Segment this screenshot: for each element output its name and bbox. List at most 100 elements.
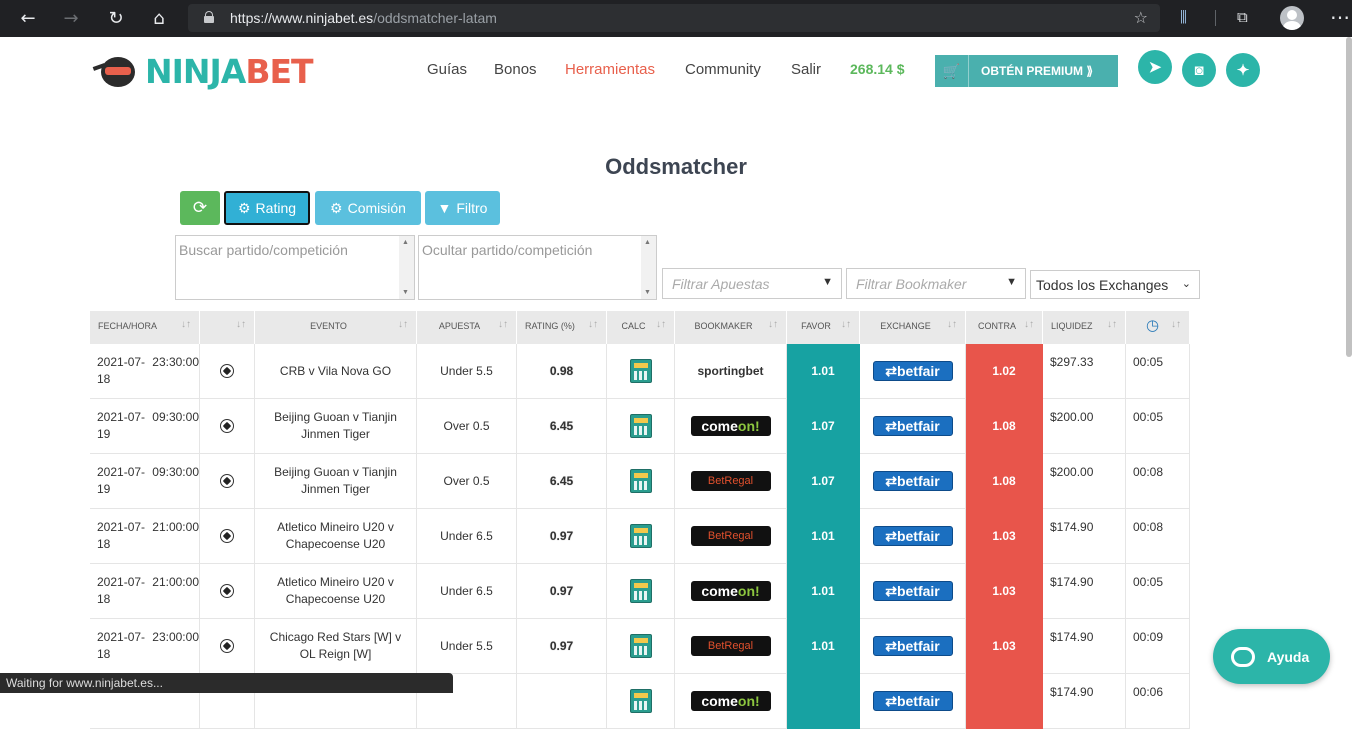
header-bookmaker[interactable]: BOOKMAKER ↓↑ bbox=[675, 311, 787, 344]
cell-bookmaker[interactable]: BetRegal bbox=[675, 509, 787, 564]
nav-herramientas[interactable]: Herramientas bbox=[565, 61, 655, 78]
cell-favor[interactable]: 1.01 bbox=[787, 344, 860, 399]
forward-icon[interactable]: → bbox=[58, 6, 84, 30]
header-rating[interactable]: RATING (%) ↓↑ bbox=[517, 311, 607, 344]
exchange-select[interactable]: Todos los Exchanges ⌄ bbox=[1030, 270, 1200, 299]
ninjabet-logo[interactable]: NINJABET bbox=[92, 52, 314, 91]
cell-favor[interactable]: 1.01 bbox=[787, 564, 860, 619]
nav-community[interactable]: Community bbox=[685, 61, 761, 78]
cell-bookmaker[interactable]: come on! bbox=[675, 564, 787, 619]
header-fecha[interactable]: FECHA/HORA ↓↑ bbox=[90, 311, 200, 344]
sort-icon[interactable]: ↓↑ bbox=[588, 319, 598, 330]
textarea-scrollbar[interactable] bbox=[399, 236, 414, 299]
refresh-button[interactable]: ⟳ bbox=[180, 191, 220, 225]
exchange-select-value: Todos los Exchanges bbox=[1036, 277, 1169, 293]
favorite-star-icon[interactable]: ☆ bbox=[1134, 8, 1148, 27]
comision-button[interactable]: ⚙ Comisión bbox=[315, 191, 421, 225]
cell-contra[interactable]: 1.03 bbox=[966, 564, 1043, 619]
sort-icon[interactable]: ↓↑ bbox=[768, 319, 778, 330]
header-liquidez[interactable]: LIQUIDEZ ↓↑ bbox=[1043, 311, 1126, 344]
cell-contra[interactable]: 1.02 bbox=[966, 344, 1043, 399]
textarea-scrollbar[interactable] bbox=[641, 236, 656, 299]
cell-bookmaker[interactable]: BetRegal bbox=[675, 454, 787, 509]
header-age[interactable]: ◷ ↓↑ bbox=[1126, 311, 1190, 344]
cell-calc[interactable] bbox=[607, 454, 675, 509]
cell-favor[interactable]: 1.07 bbox=[787, 399, 860, 454]
cell-calc[interactable] bbox=[607, 564, 675, 619]
help-button[interactable]: Ayuda bbox=[1213, 629, 1330, 684]
cell-bookmaker[interactable]: come on! bbox=[675, 674, 787, 729]
filtro-button[interactable]: ▼ Filtro bbox=[425, 191, 500, 225]
sort-icon[interactable]: ↓↑ bbox=[947, 319, 957, 330]
cell-exchange[interactable]: ⇄betfair bbox=[860, 399, 966, 454]
cell-calc[interactable] bbox=[607, 674, 675, 729]
hide-match-input[interactable]: Ocultar partido/competición bbox=[418, 235, 657, 300]
sort-icon[interactable]: ↓↑ bbox=[498, 319, 508, 330]
cell-favor[interactable]: 1.01 bbox=[787, 619, 860, 674]
nav-guias[interactable]: Guías bbox=[427, 61, 467, 78]
premium-button[interactable]: 🛒 OBTÉN PREMIUM ⟫ bbox=[935, 55, 1118, 87]
filter-bookmaker-select[interactable]: Filtrar Bookmaker ▼ bbox=[846, 268, 1026, 299]
address-bar[interactable]: https://www. ninjabet.es/oddsmatcher-lata… bbox=[188, 4, 1160, 32]
header-exchange[interactable]: EXCHANGE ↓↑ bbox=[860, 311, 966, 344]
cell-exchange[interactable]: ⇄betfair bbox=[860, 564, 966, 619]
sort-icon[interactable]: ↓↑ bbox=[656, 319, 666, 330]
sort-icon[interactable]: ↓↑ bbox=[1024, 319, 1034, 330]
cell-exchange[interactable]: ⇄betfair bbox=[860, 344, 966, 399]
calculator-icon[interactable] bbox=[629, 359, 652, 383]
cell-contra[interactable] bbox=[966, 674, 1043, 729]
calculator-icon[interactable] bbox=[629, 579, 652, 603]
header-favor[interactable]: FAVOR ↓↑ bbox=[787, 311, 860, 344]
rating-button[interactable]: ⚙ Rating bbox=[224, 191, 310, 225]
twitter-icon[interactable]: ✦ bbox=[1226, 53, 1260, 87]
filter-bets-select[interactable]: Filtrar Apuestas ▼ bbox=[662, 268, 842, 299]
cell-favor[interactable]: 1.07 bbox=[787, 454, 860, 509]
cell-favor[interactable]: 1.01 bbox=[787, 509, 860, 564]
cell-bookmaker[interactable]: sportingbet bbox=[675, 344, 787, 399]
calculator-icon[interactable] bbox=[629, 414, 652, 438]
cell-exchange[interactable]: ⇄betfair bbox=[860, 509, 966, 564]
cell-favor[interactable] bbox=[787, 674, 860, 729]
nav-bonos[interactable]: Bonos bbox=[494, 61, 537, 78]
telegram-icon[interactable]: ➤ bbox=[1138, 50, 1172, 84]
cell-contra[interactable]: 1.08 bbox=[966, 454, 1043, 509]
cell-calc[interactable] bbox=[607, 399, 675, 454]
instagram-icon[interactable]: ◙ bbox=[1182, 53, 1216, 87]
nav-salir[interactable]: Salir bbox=[791, 61, 821, 78]
home-icon[interactable]: ⌂ bbox=[146, 6, 172, 30]
profile-avatar[interactable] bbox=[1280, 6, 1304, 30]
cell-contra[interactable]: 1.08 bbox=[966, 399, 1043, 454]
header-contra[interactable]: CONTRA ↓↑ bbox=[966, 311, 1043, 344]
cell-contra[interactable]: 1.03 bbox=[966, 509, 1043, 564]
header-evento[interactable]: EVENTO ↓↑ bbox=[255, 311, 417, 344]
search-match-input[interactable]: Buscar partido/competición bbox=[175, 235, 415, 300]
extension-icon[interactable]: ⫼ bbox=[1180, 8, 1187, 26]
cell-calc[interactable] bbox=[607, 619, 675, 674]
header-calc[interactable]: CALC ↓↑ bbox=[607, 311, 675, 344]
calculator-icon[interactable] bbox=[629, 524, 652, 548]
cell-contra[interactable]: 1.03 bbox=[966, 619, 1043, 674]
calculator-icon[interactable] bbox=[629, 634, 652, 658]
back-icon[interactable]: ← bbox=[15, 6, 41, 30]
collections-icon[interactable]: ⧉ bbox=[1237, 8, 1248, 26]
sort-icon[interactable]: ↓↑ bbox=[236, 319, 246, 330]
cell-bookmaker[interactable]: come on! bbox=[675, 399, 787, 454]
cell-calc[interactable] bbox=[607, 344, 675, 399]
cell-exchange[interactable]: ⇄betfair bbox=[860, 619, 966, 674]
cell-exchange[interactable]: ⇄betfair bbox=[860, 674, 966, 729]
calculator-icon[interactable] bbox=[629, 469, 652, 493]
sort-icon[interactable]: ↓↑ bbox=[1107, 319, 1117, 330]
more-menu-icon[interactable]: ⋯ bbox=[1330, 6, 1350, 30]
sort-icon[interactable]: ↓↑ bbox=[1171, 319, 1181, 330]
header-sport[interactable]: ↓↑ bbox=[200, 311, 255, 344]
sort-icon[interactable]: ↓↑ bbox=[398, 319, 408, 330]
page-scrollbar[interactable] bbox=[1346, 37, 1352, 357]
reload-icon[interactable]: ↻ bbox=[103, 6, 129, 30]
cell-bookmaker[interactable]: BetRegal bbox=[675, 619, 787, 674]
cell-exchange[interactable]: ⇄betfair bbox=[860, 454, 966, 509]
lock-icon[interactable] bbox=[204, 11, 214, 23]
header-apuesta[interactable]: APUESTA ↓↑ bbox=[417, 311, 517, 344]
cell-calc[interactable] bbox=[607, 509, 675, 564]
sort-icon[interactable]: ↓↑ bbox=[841, 319, 851, 330]
sort-icon[interactable]: ↓↑ bbox=[181, 319, 191, 330]
